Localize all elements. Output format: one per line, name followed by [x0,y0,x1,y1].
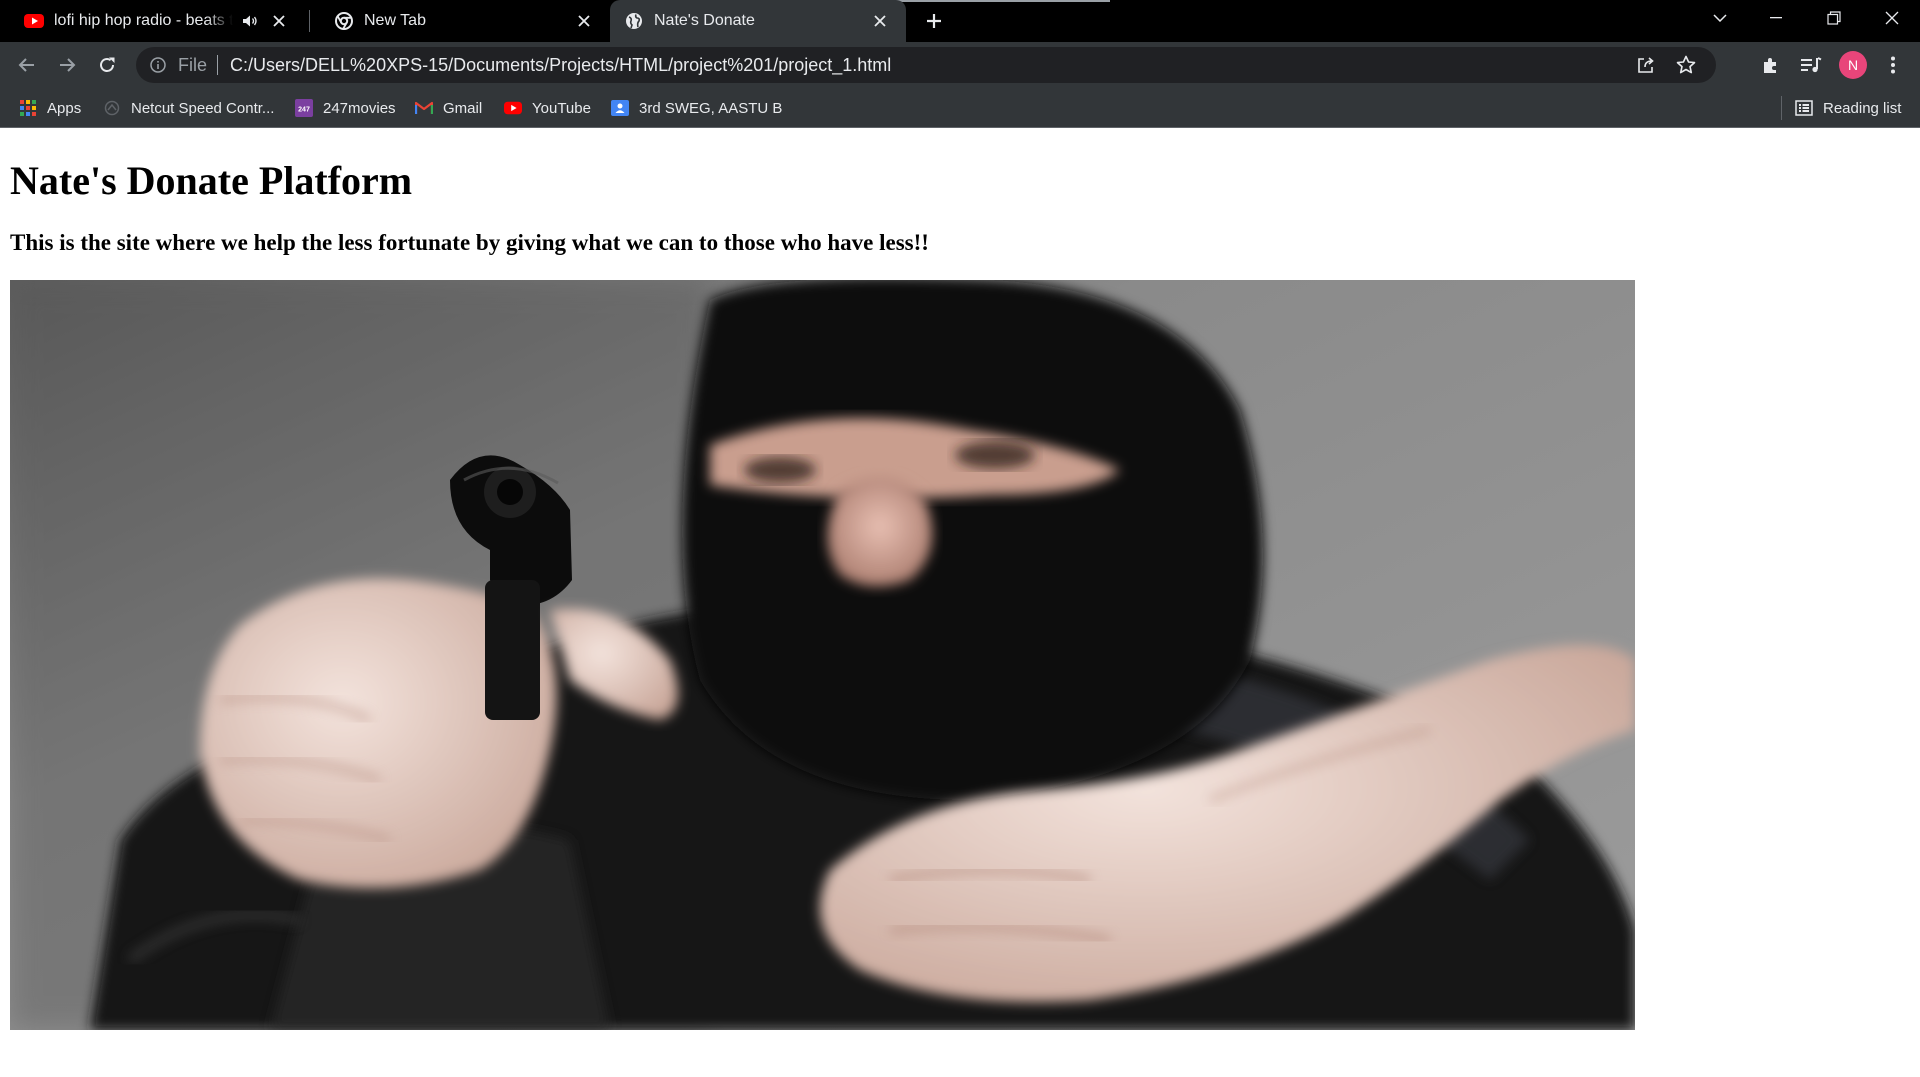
close-icon[interactable] [868,9,892,33]
close-window-button[interactable] [1864,0,1920,36]
close-icon[interactable] [267,9,291,33]
tab-title: Nate's Donate [654,12,755,29]
bookmark-apps[interactable]: Apps [19,96,81,120]
extensions-icon[interactable] [1757,51,1785,79]
bookmarks-separator [1781,96,1782,120]
profile-avatar[interactable]: N [1839,51,1867,79]
url-scheme: File [178,54,208,75]
loading-track [870,0,1110,2]
tab-search-button[interactable] [1692,0,1748,36]
tab-nates-donate[interactable]: Nate's Donate [610,0,906,42]
speaker-icon[interactable] [241,12,259,30]
back-button[interactable] [13,51,41,79]
chrome-icon [334,11,354,31]
scheme-divider [217,55,219,75]
restore-button[interactable] [1806,0,1862,36]
tab-lofi[interactable]: lofi hip hop radio - beats to r [0,0,305,42]
info-icon[interactable] [148,55,168,75]
tab-title: New Tab [364,12,426,29]
svg-text:247: 247 [298,107,310,114]
minimize-button[interactable] [1748,0,1804,36]
tab-new-tab[interactable]: New Tab [310,0,610,42]
browser-toolbar: File C:/Users/DELL%20XPS-15/Documents/Pr… [0,42,1920,88]
bookmark-label: 247movies [323,99,396,117]
close-icon[interactable] [572,9,596,33]
tab-title: lofi hip hop radio - beats to r [54,12,233,29]
bookmark-label: YouTube [532,99,591,117]
reading-list-button[interactable]: Reading list [1795,96,1901,120]
bookmark-star-icon[interactable] [1676,55,1696,75]
media-controls-icon[interactable] [1797,51,1825,79]
bookmark-gmail[interactable]: Gmail [415,96,482,120]
netcut-icon [103,99,121,117]
tab-strip: lofi hip hop radio - beats to r New Tab … [0,0,1920,42]
address-bar[interactable]: File C:/Users/DELL%20XPS-15/Documents/Pr… [136,47,1716,83]
share-icon[interactable] [1636,55,1656,75]
bookmark-label: Netcut Speed Contr... [131,99,275,117]
menu-icon[interactable] [1879,51,1907,79]
page-title: Nate's Donate Platform [10,158,413,203]
247movies-icon: 247 [295,99,313,117]
reading-list-icon [1795,99,1813,117]
apps-grid-icon [19,99,37,117]
bookmark-label: 3rd SWEG, AASTU B [639,99,783,117]
bookmark-youtube[interactable]: YouTube [504,96,591,120]
bookmark-247movies[interactable]: 247 247movies [295,96,396,120]
page-subtitle: This is the site where we help the less … [10,230,929,255]
reading-list-label: Reading list [1823,99,1902,117]
gmail-icon [415,99,433,117]
youtube-icon [504,99,522,117]
bookmarks-bar: Apps Netcut Speed Contr... 247 247movies… [0,88,1920,128]
bookmark-label: Apps [47,99,82,117]
google-classroom-icon [611,99,629,117]
bookmark-netcut[interactable]: Netcut Speed Contr... [103,96,274,120]
url-text[interactable]: C:/Users/DELL%20XPS-15/Documents/Project… [230,55,891,76]
bookmark-classroom[interactable]: 3rd SWEG, AASTU B [611,96,782,120]
new-tab-button[interactable] [920,7,948,35]
reload-button[interactable] [93,51,121,79]
bookmark-label: Gmail [443,99,483,117]
balaclava-head [682,280,1263,800]
youtube-icon [24,11,44,31]
globe-icon [624,11,644,31]
hero-image [10,280,1635,1030]
forward-button[interactable] [53,51,81,79]
page-content: Nate's Donate Platform This is the site … [0,129,1920,1077]
